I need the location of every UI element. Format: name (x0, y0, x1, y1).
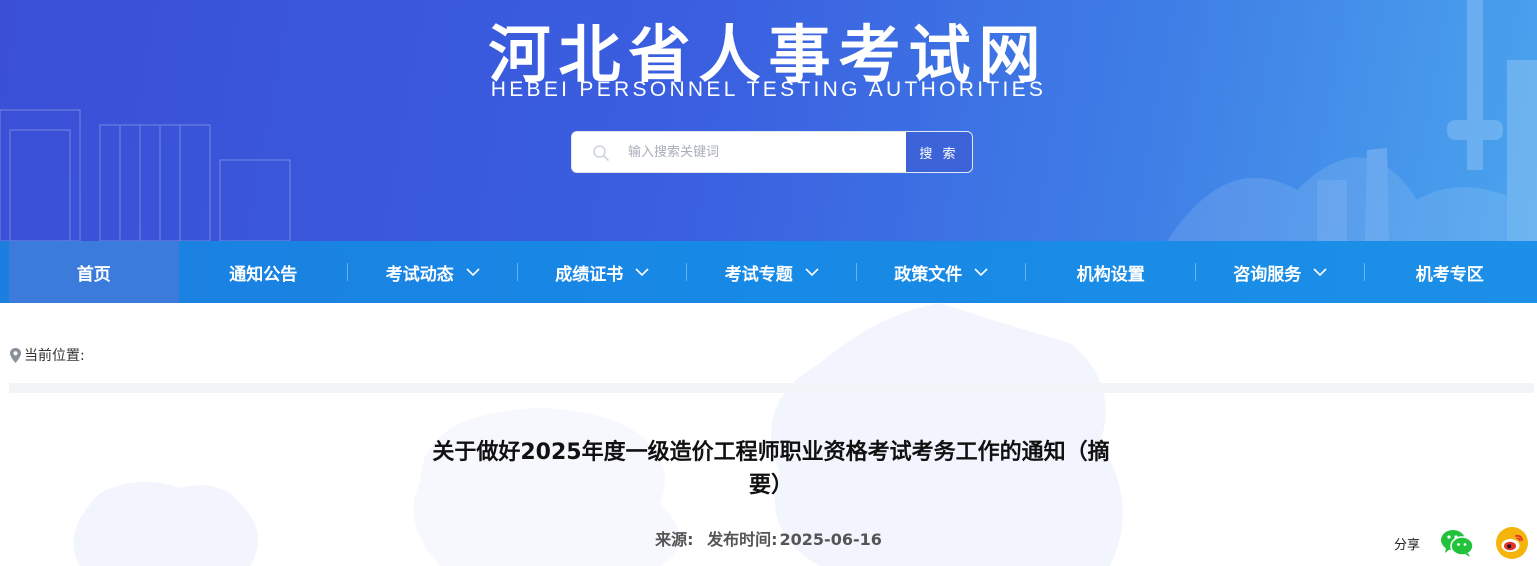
chevron-down-icon (974, 268, 988, 277)
article-title-line-1: 关于做好2025年度一级造价工程师职业资格考试考务工作的通知（摘 (432, 440, 1110, 465)
weibo-icon[interactable] (1496, 527, 1529, 559)
nav-item-label: 通知公告 (229, 264, 298, 285)
publish-date-label: 发布时间: (707, 530, 778, 549)
nav-item-consulting-services[interactable]: 咨询服务 (1196, 241, 1366, 303)
search-icon (593, 145, 609, 161)
search-button[interactable]: 搜 索 (906, 132, 972, 172)
section-divider (9, 383, 1534, 393)
nav-item-home[interactable]: 首页 (9, 241, 179, 303)
source-label: 来源: (655, 530, 694, 549)
nav-item-policy-documents[interactable]: 政策文件 (857, 241, 1027, 303)
chevron-down-icon (1313, 268, 1327, 277)
share-bar: 分享 (1394, 527, 1529, 559)
skyline-decoration-left (0, 109, 291, 241)
publish-date-value: 2025-06-16 (779, 530, 882, 549)
nav-item-label: 考试动态 (385, 264, 454, 285)
article-meta: 来源: 发布时间: 2025-06-16 (0, 526, 1537, 550)
wechat-icon[interactable] (1440, 528, 1474, 558)
nav-item-label: 咨询服务 (1233, 264, 1302, 285)
article-title: 关于做好2025年度一级造价工程师职业资格考试考务工作的通知（摘 要） (396, 436, 1146, 502)
search-bar: 搜 索 (571, 131, 973, 173)
chevron-down-icon (805, 268, 819, 277)
share-label: 分享 (1394, 537, 1421, 553)
chevron-down-icon (466, 268, 480, 277)
nav-item-label: 机考专区 (1415, 264, 1484, 285)
nav-item-exam-topics[interactable]: 考试专题 (687, 241, 857, 303)
nav-item-label: 考试专题 (724, 264, 793, 285)
breadcrumb-label: 当前位置: (24, 348, 85, 364)
nav-item-label: 首页 (76, 264, 111, 285)
breadcrumb: 当前位置: (9, 345, 85, 365)
search-input[interactable] (622, 132, 908, 172)
nav-list: 首页 通知公告 考试动态 成绩证书 考试专题 政策文件 机构设置 咨询服务 机考专区 (9, 241, 1535, 303)
nav-item-notices[interactable]: 通知公告 (179, 241, 349, 303)
nav-item-organization[interactable]: 机构设置 (1026, 241, 1196, 303)
nav-item-exam-news[interactable]: 考试动态 (348, 241, 518, 303)
site-subtitle: HEBEI PERSONNEL TESTING AUTHORITIES (490, 78, 1047, 101)
nav-item-label: 机构设置 (1076, 264, 1145, 285)
main-nav: 首页 通知公告 考试动态 成绩证书 考试专题 政策文件 机构设置 咨询服务 机考专区 (0, 241, 1537, 303)
nav-item-computer-exam-zone[interactable]: 机考专区 (1365, 241, 1535, 303)
chevron-down-icon (635, 268, 649, 277)
location-pin-icon (10, 347, 21, 363)
nav-item-label: 成绩证书 (555, 264, 624, 285)
nav-item-scores-certificates[interactable]: 成绩证书 (518, 241, 688, 303)
article-title-line-2: 要） (748, 473, 793, 498)
nav-item-label: 政策文件 (894, 264, 963, 285)
header-banner: 河北省人事考试网 HEBEI PERSONNEL TESTING AUTHORI… (0, 0, 1537, 241)
